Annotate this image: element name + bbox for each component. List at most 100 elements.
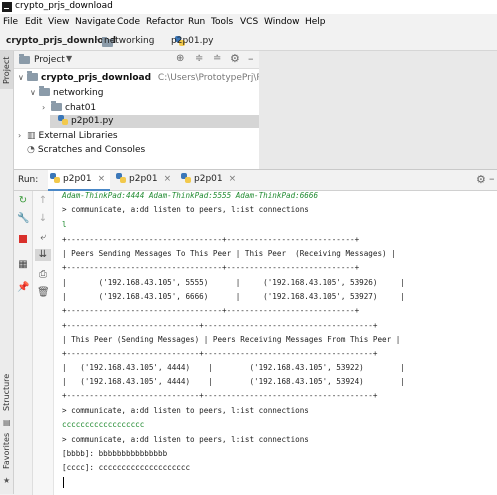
close-icon[interactable]: × [229,174,237,184]
chevron-right-icon[interactable]: › [42,101,51,114]
window-title: crypto_prjs_download [15,1,113,11]
chevron-right-icon[interactable]: › [18,129,27,142]
breadcrumb-separator-icon: › [95,35,99,45]
layout-icon[interactable]: ▦ [17,259,29,271]
console-line: +----------------------------------+----… [62,306,360,315]
console-line: > communicate, a:dd listen to peers, l:i… [62,406,309,415]
console-line: [cccc]: cccccccccccccccccccc [62,463,191,472]
app-logo-icon [2,2,12,12]
run-toolbar-primary: ↻ 🔧 ▦ 📌 [14,191,33,495]
run-label: Run: [18,175,39,185]
project-icon [19,54,30,64]
console-output[interactable]: Adam-ThinkPad:4444 Adam-ThinkPad:5555 Ad… [58,191,495,495]
title-bar: crypto_prjs_download [0,0,497,14]
stop-icon[interactable] [17,235,29,247]
chevron-down-icon[interactable]: ∨ [18,71,27,84]
console-line: +-----------------------------+---------… [62,321,378,330]
tree-item-file-selected[interactable]: p2p01.py [50,115,267,128]
run-toolbar-secondary: ↑ ↓ ⤶ ⇊ ⎙ 🗑 [33,191,54,495]
run-tabs-bar: Run: p2p01 × p2p01 × p2p01 × ⚙ – [14,170,497,191]
console-line: | This Peer (Sending Messages) | Peers R… [62,335,401,344]
hide-icon[interactable]: – [489,172,495,185]
run-tab-2[interactable]: p2p01 × [114,170,176,189]
project-view-label[interactable]: Project [34,55,65,65]
pin-icon[interactable]: 📌 [17,282,29,294]
close-icon[interactable]: × [164,174,172,184]
run-panel: Run: p2p01 × p2p01 × p2p01 × ⚙ – ↻ 🔧 ▦ 📌 ↑ … [14,169,497,495]
gear-icon[interactable]: ⚙ [230,52,240,65]
folder-icon [51,101,62,111]
project-tool-tab[interactable]: Project [0,51,13,89]
wrench-icon[interactable]: 🔧 [17,213,29,225]
breadcrumb-separator-icon: › [151,35,155,45]
project-tool-label: Project [2,56,11,84]
arrow-up-icon[interactable]: ↑ [37,195,49,207]
arrow-down-icon[interactable]: ↓ [37,213,49,225]
favorites-tool-tab[interactable]: Favorites [2,433,11,469]
library-icon: ▥ [27,131,36,141]
tree-item-scratches[interactable]: ◔ Scratches and Consoles [27,144,145,157]
locate-icon[interactable]: ⊕ [176,53,184,64]
rerun-icon[interactable]: ↻ [17,195,29,207]
editor-area [259,51,497,169]
console-line: | Peers Sending Messages To This Peer | … [62,249,396,258]
tree-item-external-libraries[interactable]: › ▥ External Libraries [18,129,118,142]
breadcrumb-folder[interactable]: networking [104,36,154,46]
close-icon[interactable]: × [98,174,106,184]
chevron-down-icon[interactable]: ∨ [30,86,39,99]
console-line: +-----------------------------+---------… [62,349,378,358]
print-icon[interactable]: ⎙ [37,269,49,281]
scratches-label: Scratches and Consoles [37,145,146,155]
menu-file[interactable]: File [3,17,18,27]
menu-navigate[interactable]: Navigate [75,17,115,27]
console-line: +----------------------------------+----… [62,235,360,244]
console-line: [bbbb]: bbbbbbbbbbbbbbb [62,449,168,458]
text-cursor [63,477,64,488]
folder-label: networking [53,88,104,98]
dropdown-arrow-icon[interactable]: ▼ [66,54,72,63]
python-file-icon [181,173,191,183]
console-line: > communicate, a:dd listen to peers, l:i… [62,435,309,444]
structure-tool-tab[interactable]: Structure [2,374,11,411]
breadcrumb-project[interactable]: crypto_prjs_download [6,36,116,46]
menu-window[interactable]: Window [264,17,300,27]
menu-help[interactable]: Help [305,17,326,27]
run-tab-3[interactable]: p2p01 × [179,170,241,189]
console-line: | ('192.168.43.105', 4444) | ('192.168.4… [62,363,405,372]
menu-run[interactable]: Run [188,17,205,27]
scroll-to-end-icon[interactable]: ⇊ [35,249,51,261]
run-tab-1[interactable]: p2p01 × [48,170,110,191]
menu-code[interactable]: Code [117,17,140,27]
python-file-icon [50,173,60,183]
console-line: +-----------------------------+---------… [62,391,378,400]
structure-icon: ▤ [3,418,11,427]
project-panel: Project ▼ ⊕ ≑ ≐ ⚙ – ∨ crypto_prjs_downloa… [14,51,301,169]
subfolder-label: chat01 [65,103,97,113]
breadcrumb-file[interactable]: p2p01.py [171,36,214,46]
tree-item-networking[interactable]: ∨ networking [30,86,103,99]
file-label: p2p01.py [71,116,114,126]
tree-item-chat01[interactable]: › chat01 [42,101,96,114]
gear-icon[interactable]: ⚙ [476,173,486,186]
scratches-icon: ◔ [27,145,35,155]
menu-view[interactable]: View [48,17,69,27]
hide-icon[interactable]: – [248,52,254,65]
run-tab-label: p2p01 [194,174,223,184]
menu-refactor[interactable]: Refactor [146,17,184,27]
run-tab-label: p2p01 [129,174,158,184]
console-line: Adam-ThinkPad:4444 Adam-ThinkPad:5555 Ad… [62,191,319,200]
console-line: cccccccccccccccccc [62,420,145,429]
favorites-star-icon: ★ [3,476,11,485]
left-tool-strip: Project ▤ Structure ★ Favorites [0,51,14,494]
console-line: > communicate, a:dd listen to peers, l:i… [62,205,309,214]
menu-edit[interactable]: Edit [25,17,42,27]
menu-bar: File Edit View Navigate Code Refactor Ru… [0,14,497,32]
collapse-all-icon[interactable]: ≐ [213,53,221,64]
menu-vcs[interactable]: VCS [240,17,258,27]
project-panel-header: Project ▼ ⊕ ≑ ≐ ⚙ – [14,51,259,69]
menu-tools[interactable]: Tools [211,17,233,27]
soft-wrap-icon[interactable]: ⤶ [37,232,49,244]
trash-icon[interactable]: 🗑 [37,287,50,299]
expand-all-icon[interactable]: ≑ [195,53,203,64]
breadcrumb: crypto_prjs_download › networking › p2p0… [0,32,497,51]
